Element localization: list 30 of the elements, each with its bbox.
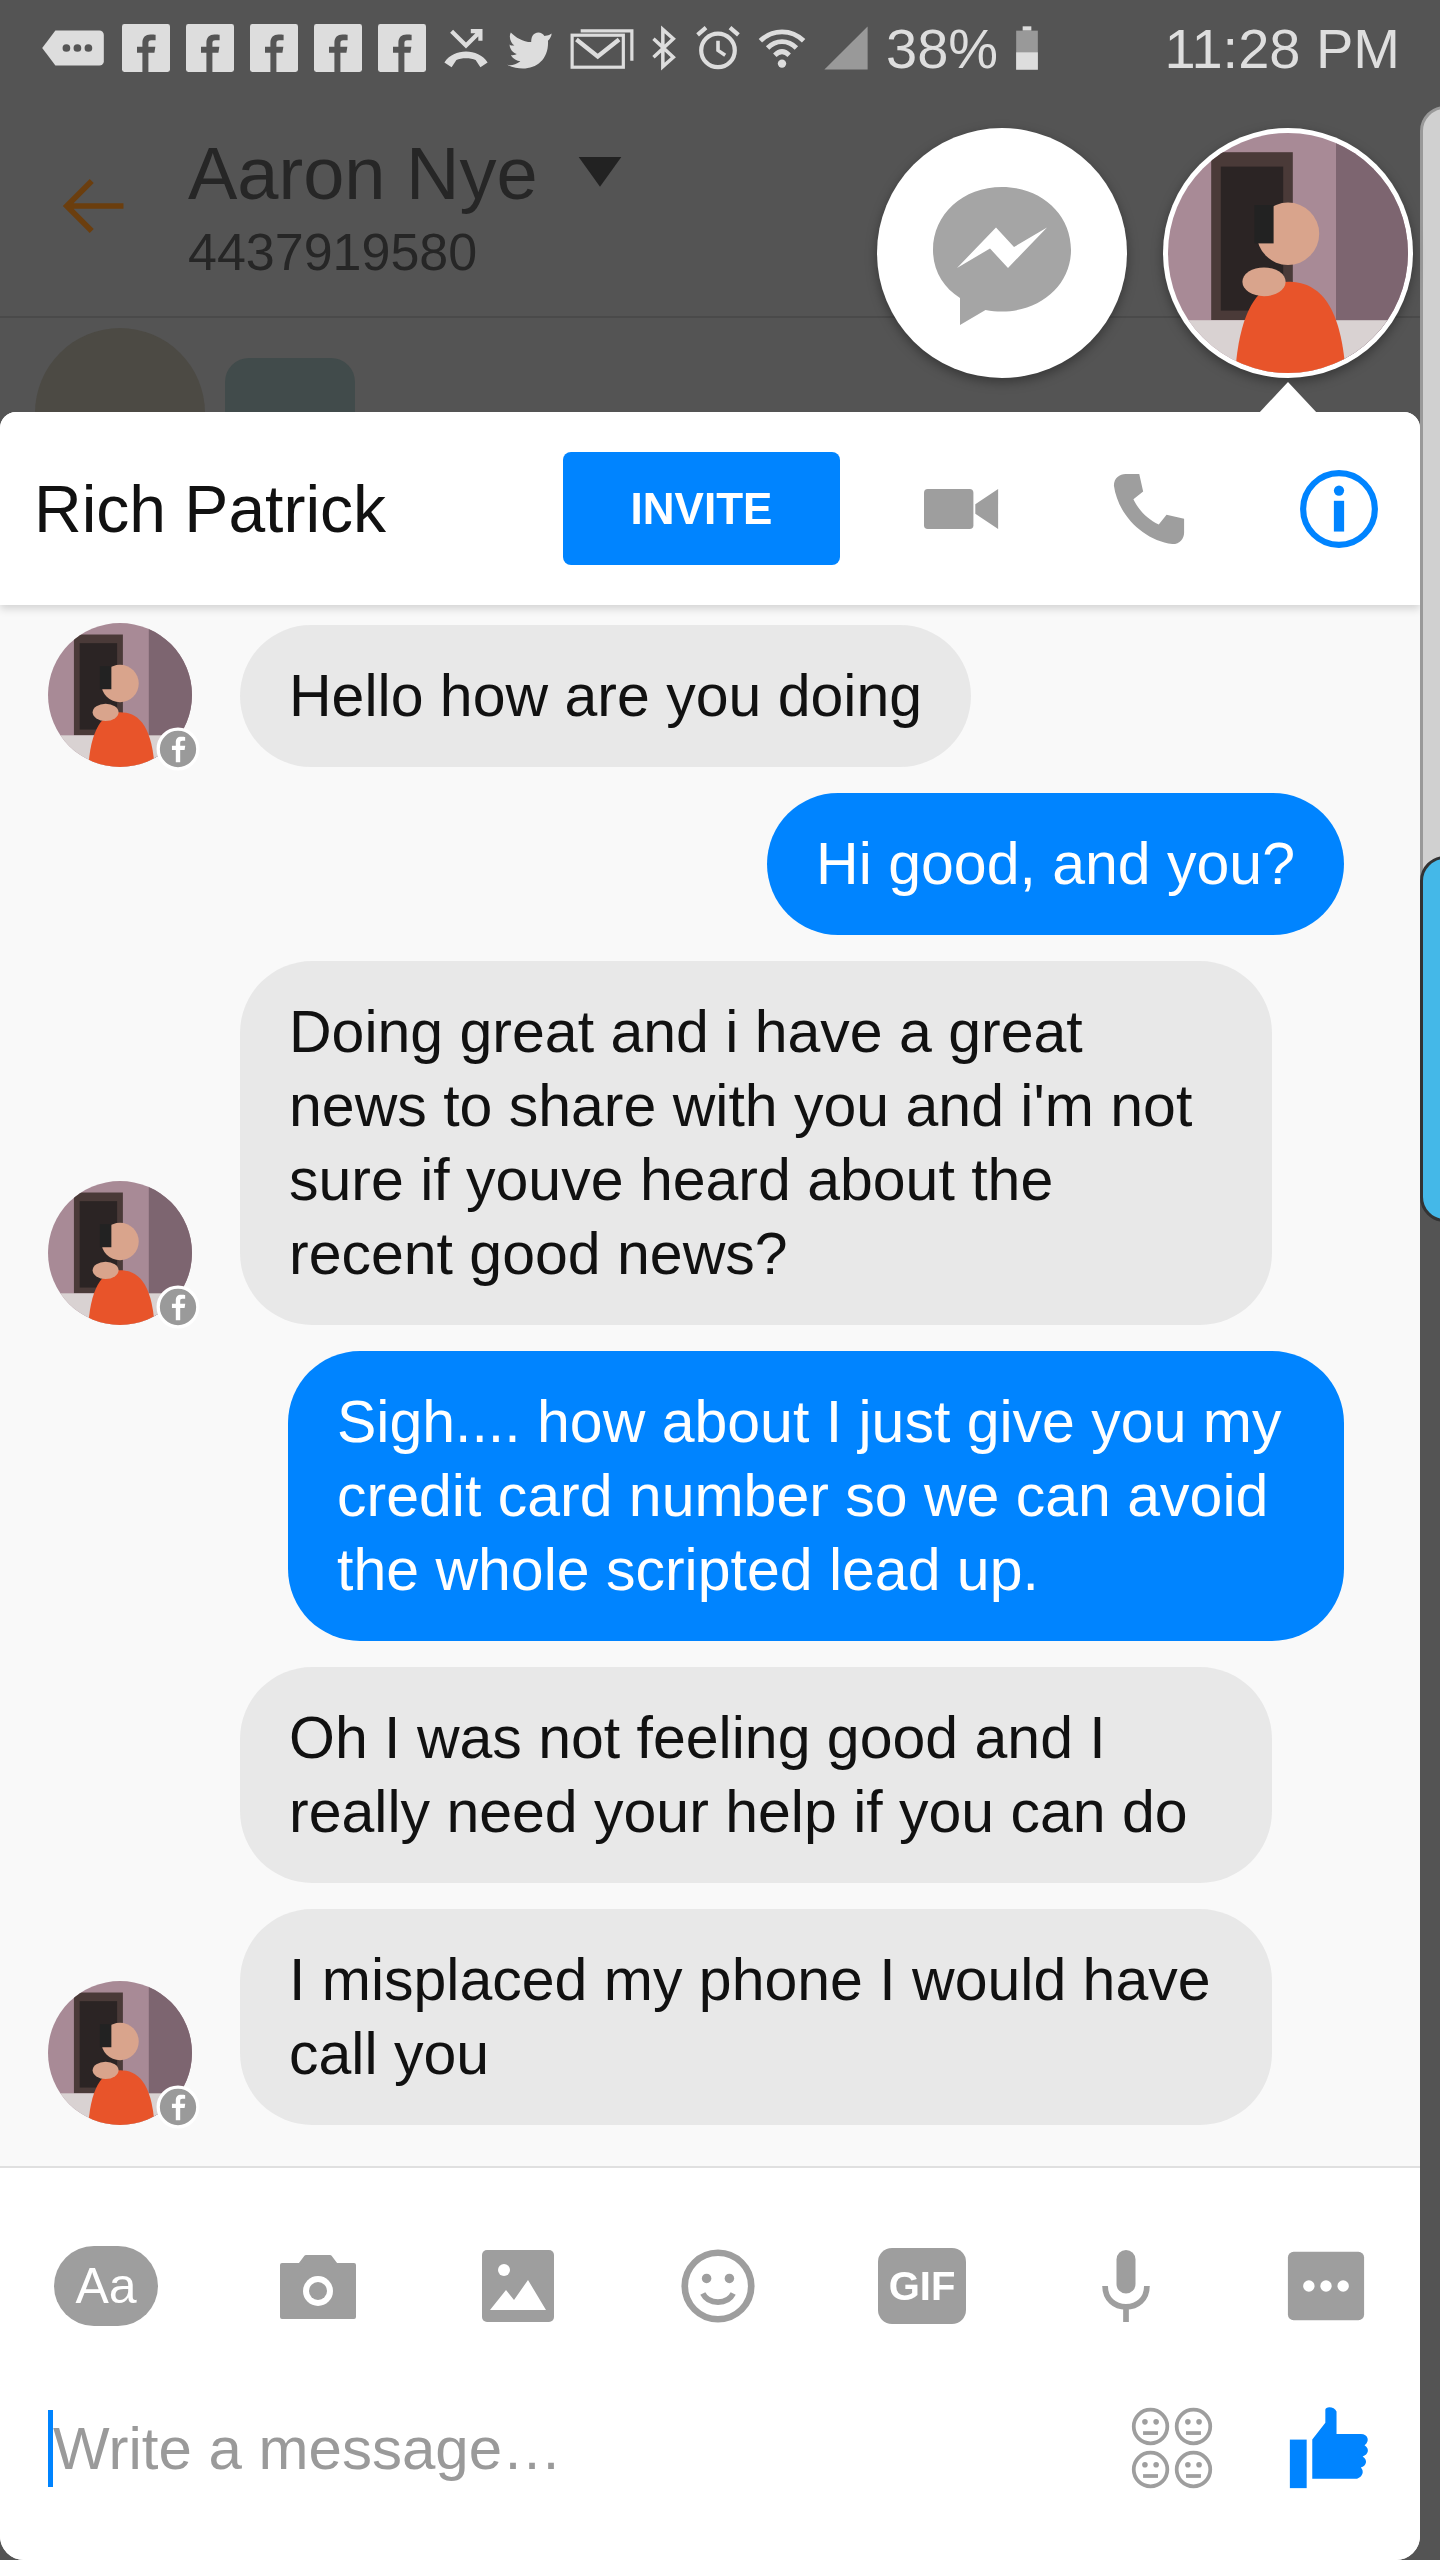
facebook-notification-icon	[250, 24, 298, 72]
facebook-badge-icon	[156, 1285, 200, 1329]
sent-message-bubble: Hi good, and you?	[767, 793, 1344, 935]
battery-percentage: 38%	[886, 15, 999, 81]
facebook-notification-icon	[122, 24, 170, 72]
facebook-notification-icon	[378, 24, 426, 72]
facebook-notification-icon	[314, 24, 362, 72]
received-message-bubble: Doing great and i have a great news to share with you and i'm not sure if youve heard about the recent good news?	[240, 961, 1272, 1325]
clock-time: 11:28 PM	[1164, 15, 1400, 81]
sent-message-bubble: Sigh.... how about I just give you my credit card number so we can avoid the whole scripted lead up.	[288, 1351, 1344, 1641]
facebook-badge-icon	[156, 2085, 200, 2129]
dropdown-caret-icon[interactable]	[577, 157, 622, 189]
battery-icon	[1014, 24, 1041, 72]
message-input-field[interactable]: Write a message…	[48, 2409, 1130, 2487]
received-message-bubble: Oh I was not feeling good and I really need your help if you can do	[240, 1667, 1272, 1883]
alarm-icon	[694, 24, 742, 72]
invite-button[interactable]: INVITE	[563, 452, 840, 565]
stickers-icon[interactable]	[1130, 2406, 1214, 2490]
signal-icon	[822, 24, 870, 72]
facebook-badge-icon	[156, 727, 200, 771]
bluetooth-icon	[650, 24, 678, 72]
facebook-notification-icon	[186, 24, 234, 72]
text-style-button[interactable]: Aa	[54, 2246, 158, 2326]
mail-icon	[570, 26, 634, 70]
received-message-bubble: Hello how are you doing	[240, 625, 971, 767]
gif-button[interactable]: GIF	[878, 2248, 966, 2324]
received-message-bubble: I misplaced my phone I would have call you	[240, 1909, 1272, 2125]
chat-title: Rich Patrick	[34, 470, 388, 547]
info-icon[interactable]	[1298, 467, 1380, 550]
smiley-icon[interactable]	[678, 2248, 758, 2324]
